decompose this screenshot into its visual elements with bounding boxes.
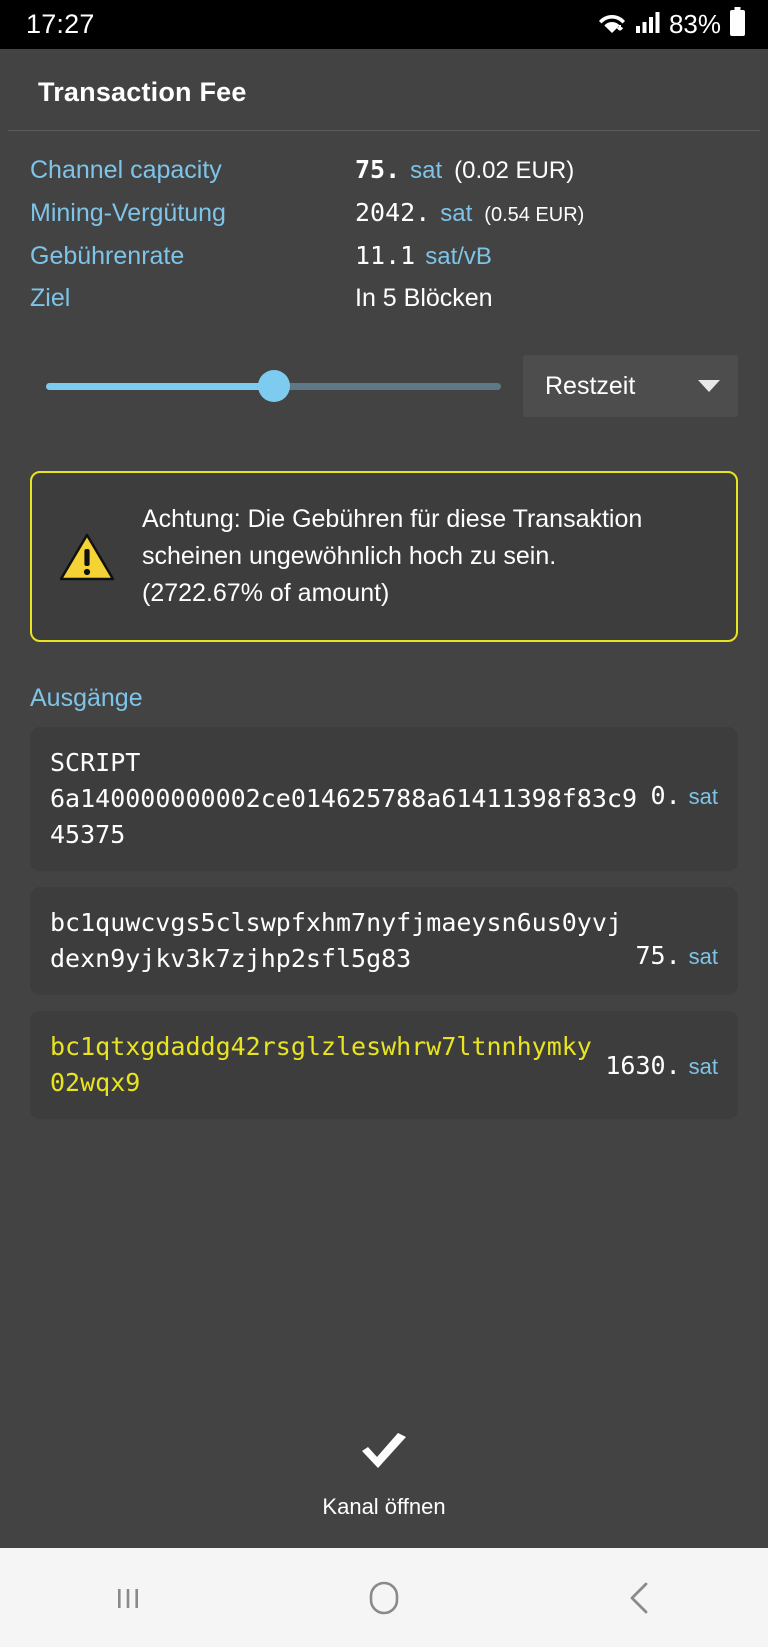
warning-line-2: scheinen ungewöhnlich hoch zu sein. [142,542,557,570]
open-channel-button[interactable]: Kanal öffnen [0,1431,768,1548]
status-bar-clock: 17:27 [26,9,95,39]
output-amount-unit: sat [688,784,718,809]
detail-label: Gebührenrate [30,242,185,270]
target-mode-dropdown[interactable]: Restzeit [523,355,738,417]
page-title: Transaction Fee [38,77,247,107]
fiat-value: (0.02 EUR) [454,157,575,184]
warning-message: Achtung: Die Gebühren für diese Transakt… [142,501,642,612]
amount-value: 75. [355,155,401,184]
detail-label: Mining-Vergütung [30,199,226,227]
detail-value: 75. sat (0.02 EUR) [355,155,574,185]
detail-value: 2042. sat (0.54 EUR) [355,198,584,228]
output-item-address-2[interactable]: bc1qtxgdaddg42rsglzleswhrw7ltnnhymky02wq… [30,1011,738,1119]
output-address-text-highlighted: bc1qtxgdaddg42rsglzleswhrw7ltnnhymky02wq… [50,1032,592,1097]
battery-percent-label: 83% [668,9,721,39]
app-content: Transaction Fee Channel capacity 75. sat… [0,49,768,1548]
detail-label: Ziel [30,284,71,312]
battery-icon [729,7,746,42]
android-navigation-bar [0,1548,768,1647]
output-amount: 0. sat [651,781,718,810]
back-icon[interactable] [585,1548,695,1647]
output-amount-value: 0. [650,781,681,810]
fee-controls: Restzeit [0,327,768,417]
output-amount-unit: sat [688,1053,718,1079]
fee-details: Channel capacity 75. sat (0.02 EUR) Mini… [0,131,768,327]
checkmark-icon [357,1431,411,1480]
fee-warning-box: Achtung: Die Gebühren für diese Transakt… [30,471,738,642]
amount-value: 2042. [355,198,431,227]
wifi-icon [597,9,627,40]
detail-value: 11.1 sat/vB [355,241,492,271]
detail-row-mining-fee: Mining-Vergütung 2042. sat (0.54 EUR) [0,198,768,241]
amount-unit: sat/vB [425,243,492,270]
recents-icon[interactable] [73,1548,183,1647]
amount-unit: sat [410,157,443,184]
warning-section: Achtung: Die Gebühren für diese Transakt… [0,417,768,642]
home-icon[interactable] [329,1548,439,1647]
output-item-address-1[interactable]: bc1quwcvgs5clswpfxhm7nyfjmaeysn6us0yvjde… [30,887,738,995]
output-script-hex: 6a140000000002ce014625788a61411398f83c94… [50,784,637,849]
slider-fill [46,382,274,390]
output-amount: 1630. sat [605,1051,718,1080]
output-address-text: bc1quwcvgs5clswpfxhm7nyfjmaeysn6us0yvjde… [50,908,622,973]
detail-label: Channel capacity [30,156,222,184]
detail-row-channel-capacity: Channel capacity 75. sat (0.02 EUR) [0,155,768,198]
phone-screen: 17:27 83% Transaction Fee Channel capaci… [0,0,768,1647]
status-bar: 17:27 83% [0,0,768,49]
dropdown-selected-label: Restzeit [545,371,636,400]
detail-value: In 5 Blöcken [355,284,493,313]
status-bar-indicators: 83% [597,7,746,42]
chevron-down-icon [698,380,720,392]
output-script-text: SCRIPT 6a140000000002ce014625788a6141139… [50,745,643,853]
output-amount-value: 75. [635,941,681,970]
fee-slider[interactable] [46,360,501,412]
slider-thumb[interactable] [257,370,290,402]
app-bar: Transaction Fee [0,49,768,130]
open-channel-label: Kanal öffnen [322,1494,446,1519]
output-amount: 75. sat [635,941,718,970]
output-amount-value: 1630. [605,1050,681,1080]
amount-value: 11.1 [355,241,416,270]
outputs-heading: Ausgänge [30,684,143,712]
output-script-label: SCRIPT [50,748,141,777]
output-item-script[interactable]: SCRIPT 6a140000000002ce014625788a6141139… [30,727,738,871]
warning-line-3: (2722.67% of amount) [142,579,390,607]
amount-unit: sat [440,200,473,227]
target-value: In 5 Blöcken [355,284,493,312]
detail-row-fee-rate: Gebührenrate 11.1 sat/vB [0,241,768,284]
fiat-value: (0.54 EUR) [484,204,585,226]
signal-icon [635,10,661,39]
detail-row-target: Ziel In 5 Blöcken [0,284,768,327]
outputs-list: SCRIPT 6a140000000002ce014625788a6141139… [0,727,768,1119]
warning-triangle-icon [58,532,116,582]
warning-line-1: Achtung: Die Gebühren für diese Transakt… [142,505,643,533]
output-amount-unit: sat [688,944,718,969]
